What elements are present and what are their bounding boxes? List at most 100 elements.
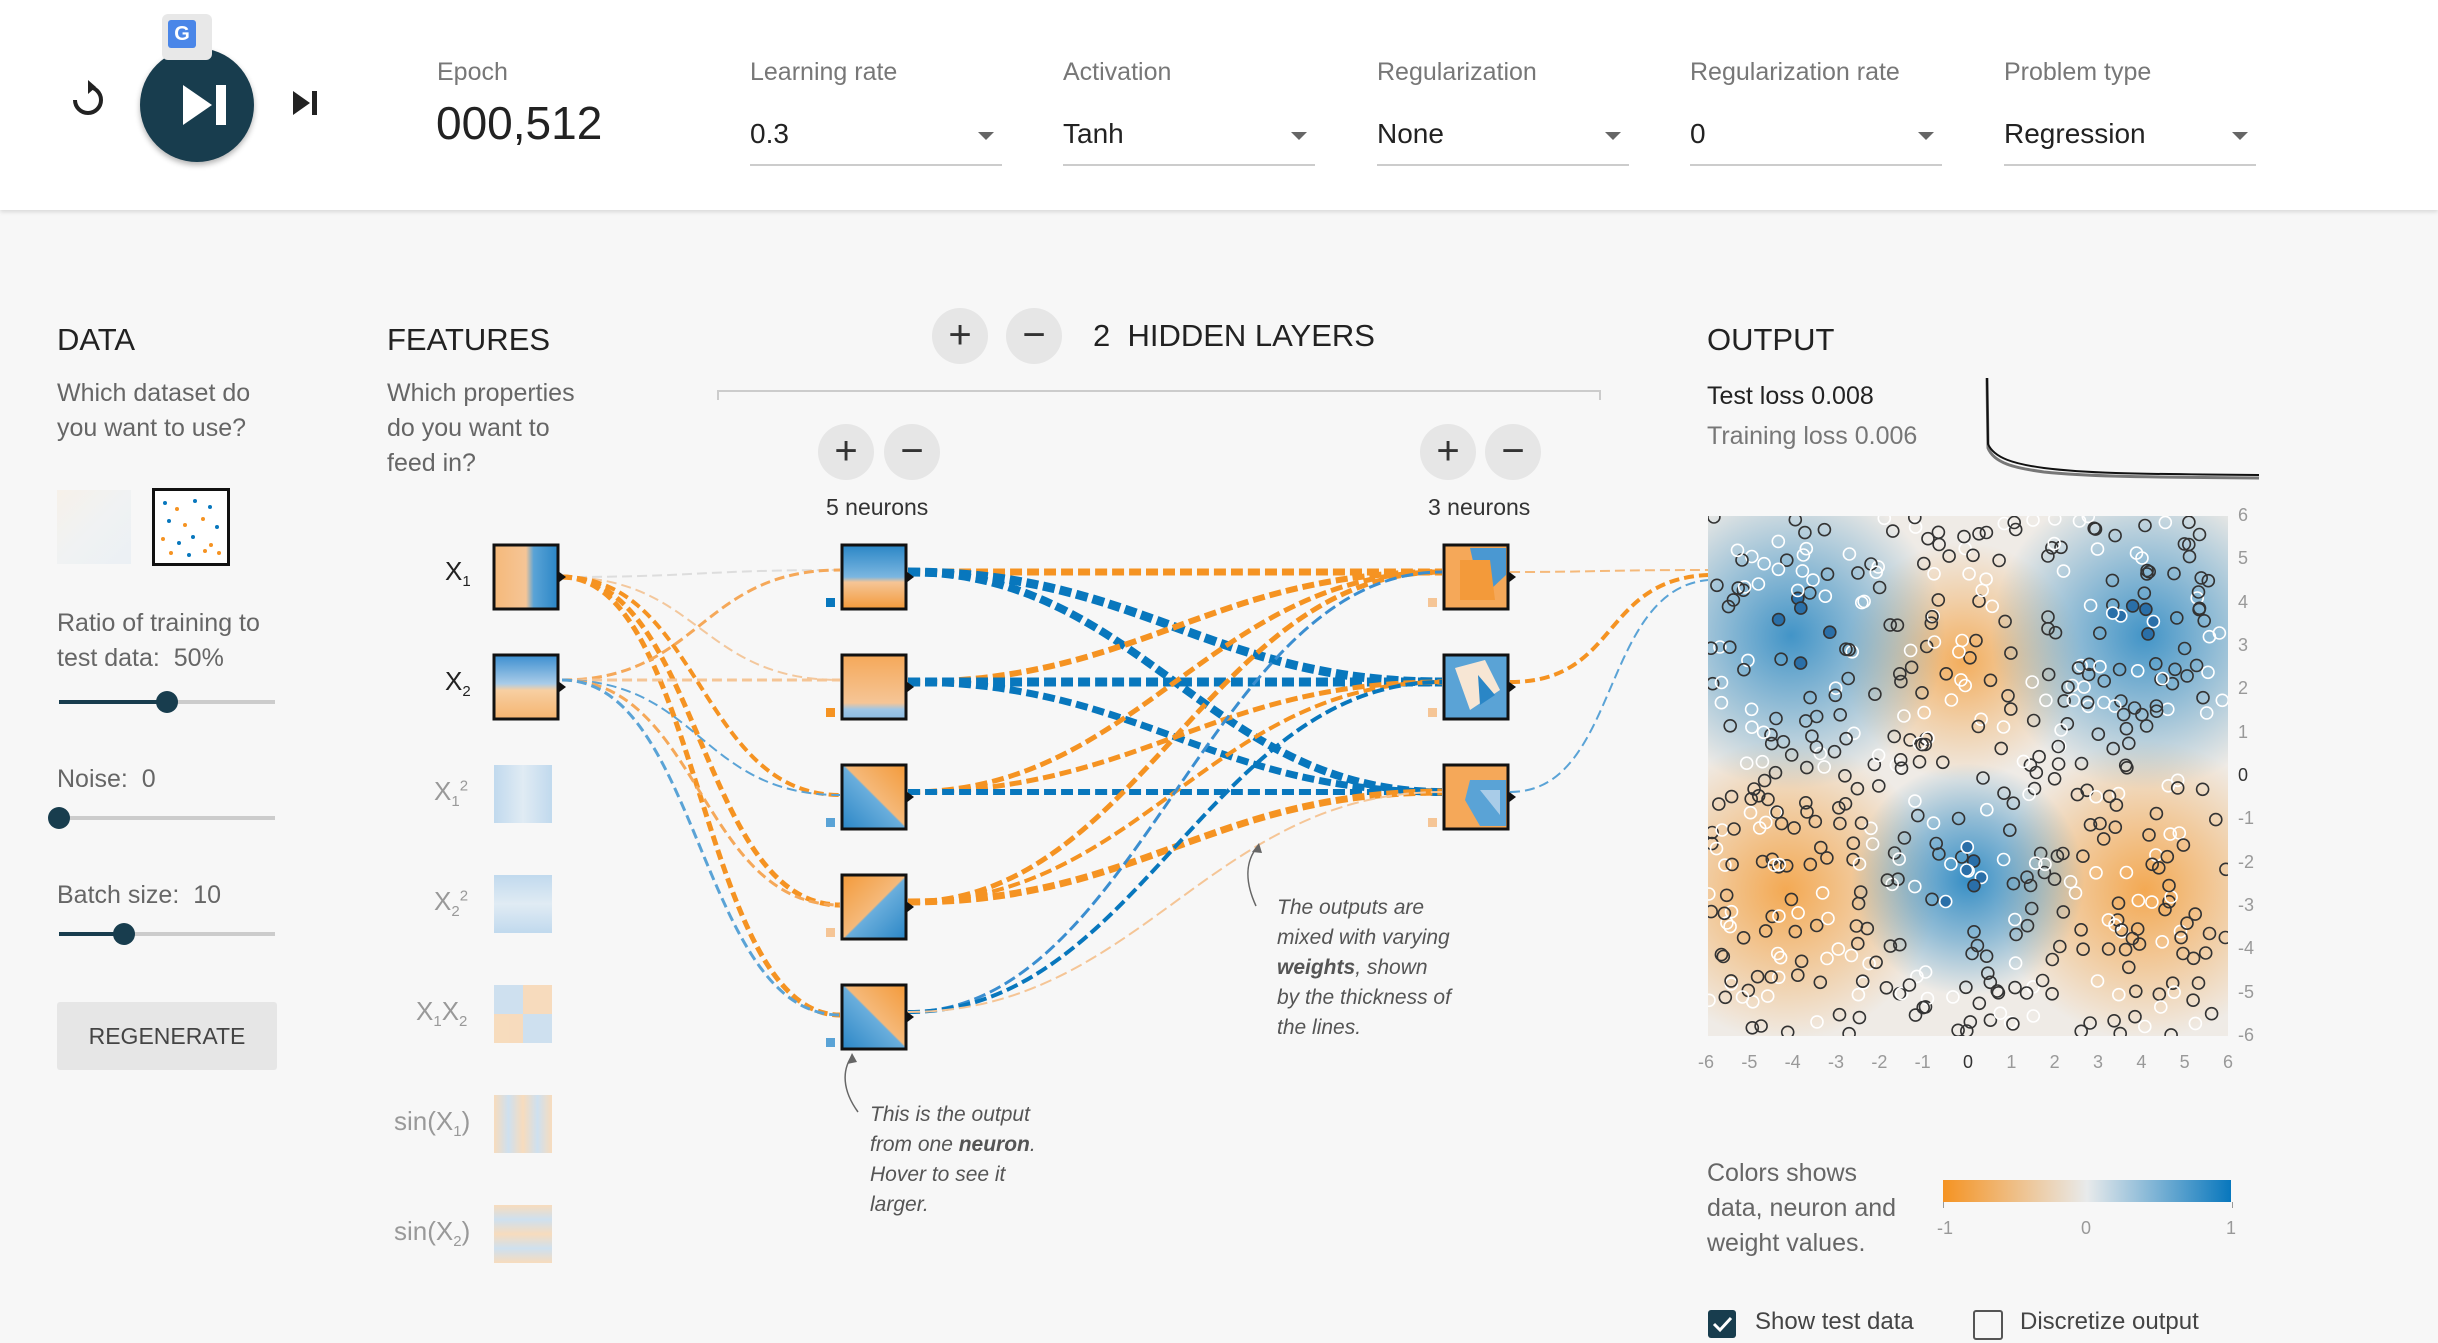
scatter-point <box>1751 577 1766 591</box>
scatter-point <box>2004 646 2018 660</box>
scatter-point <box>2188 907 2203 921</box>
scatter-point <box>2041 667 2056 682</box>
scatter-point <box>2127 701 2142 715</box>
scatter-point <box>1951 1023 1965 1036</box>
scatter-point <box>2160 702 2175 717</box>
scatter-point <box>2089 865 2103 880</box>
scatter-point <box>1844 948 1859 963</box>
scatter-point <box>1808 814 1823 829</box>
scatter-point <box>2177 641 2192 656</box>
note-part: from one <box>870 1133 959 1156</box>
scatter-point <box>1719 888 1734 903</box>
legend-line: weight values. <box>1707 1229 1866 1257</box>
scatter-point <box>2105 573 2120 588</box>
scatter-point <box>2106 741 2121 756</box>
scatter-point <box>2142 828 2156 842</box>
scatter-point <box>1974 712 1988 727</box>
y-tick-label: 5 <box>2238 548 2249 569</box>
scatter-point <box>2048 625 2063 640</box>
discretize-output-checkbox[interactable] <box>1973 1310 2003 1340</box>
scatter-point <box>1750 969 1765 984</box>
scatter-point <box>1957 529 1971 544</box>
scatter-point <box>2153 1000 2168 1014</box>
scatter-point <box>2189 658 2204 673</box>
x-tick-label: -2 <box>1871 1052 1888 1072</box>
scatter-point <box>1815 886 1830 900</box>
scatter-point <box>2180 669 2194 683</box>
scatter-point <box>1883 618 1897 632</box>
scatter-point <box>1851 936 1865 951</box>
scatter-point <box>1966 548 1980 563</box>
scatter-point <box>2041 621 2055 636</box>
weights-note: The outputs are mixed with varying weigh… <box>1277 893 1451 1043</box>
scatter-point <box>2119 721 2134 736</box>
scatter-point <box>1828 688 1843 703</box>
show-test-data-label[interactable]: Show test data <box>1755 1308 1914 1336</box>
layer1-neuron-3 <box>840 763 908 831</box>
scatter-point <box>1959 980 1973 995</box>
scatter-point <box>2107 1013 2121 1028</box>
scatter-point <box>2066 693 2081 708</box>
scatter-point <box>2162 878 2176 893</box>
scatter-point <box>1754 1019 1768 1033</box>
note-line: This is the output <box>870 1103 1030 1126</box>
scatter-point <box>1979 949 1994 964</box>
scatter-point <box>1710 578 1724 593</box>
scatter-point <box>2167 985 2181 1000</box>
scatter-point <box>2148 657 2163 671</box>
scatter-point <box>1851 987 1866 1002</box>
scatter-point <box>1755 754 1770 769</box>
scatter-point <box>1897 709 1911 723</box>
scatter-point <box>2083 1016 2097 1030</box>
scatter-point <box>1983 673 1998 688</box>
scatter-point <box>2068 886 2083 900</box>
scatter-point <box>2090 542 2105 556</box>
scatter-point <box>1854 816 1869 830</box>
layer1-neuron-1 <box>840 543 908 611</box>
scatter-point <box>2039 693 2053 708</box>
scatter-point <box>2045 986 2059 1001</box>
note-line: The outputs are <box>1277 896 1425 919</box>
scatter-point <box>2176 838 2191 852</box>
scatter-point <box>2141 627 2155 641</box>
scatter-point <box>2218 930 2228 945</box>
scatter-point <box>2047 872 2062 887</box>
scatter-point <box>2051 757 2066 771</box>
scatter-point <box>1996 852 2011 867</box>
scatter-point <box>1952 645 1966 659</box>
scatter-point <box>2026 1009 2041 1023</box>
scatter-point <box>1959 863 1974 877</box>
scatter-point <box>1817 760 1831 774</box>
y-tick-label: -1 <box>2238 808 2255 829</box>
scatter-point <box>1908 794 1922 808</box>
scatter-point <box>2009 927 2023 942</box>
scatter-point <box>1852 1010 1867 1025</box>
show-test-data-checkbox[interactable] <box>1708 1310 1736 1338</box>
scatter-point <box>1976 771 1990 785</box>
scatter-point <box>2169 611 2184 625</box>
scatter-point <box>2192 527 2207 542</box>
y-tick-label: 4 <box>2238 591 2249 612</box>
scatter-point <box>1942 549 1956 563</box>
discretize-output-label[interactable]: Discretize output <box>2020 1308 2199 1336</box>
scatter-point <box>1963 651 1977 665</box>
scatter-point <box>1931 593 1946 607</box>
scatter-point <box>1723 919 1737 934</box>
scatter-point <box>1714 675 1729 690</box>
scatter-point <box>1992 553 2006 568</box>
x-tick-label: 0 <box>1963 1052 1974 1072</box>
scatter-point <box>1904 660 1919 675</box>
scatter-point <box>2061 680 2075 694</box>
scatter-point <box>1931 525 1946 540</box>
note-line: Hover to see it <box>870 1163 1006 1186</box>
scatter-point <box>1708 516 1721 524</box>
scatter-point <box>1744 702 1759 717</box>
scatter-point <box>2137 1019 2152 1034</box>
scatter-point <box>1887 729 1901 744</box>
scatter-point <box>1809 709 1824 724</box>
scatter-point <box>2130 664 2145 678</box>
note-line: the lines. <box>1277 1016 1362 1039</box>
note-line: by the thickness of <box>1277 986 1451 1009</box>
scatter-point <box>2164 1028 2178 1036</box>
scatter-point <box>2155 934 2170 949</box>
